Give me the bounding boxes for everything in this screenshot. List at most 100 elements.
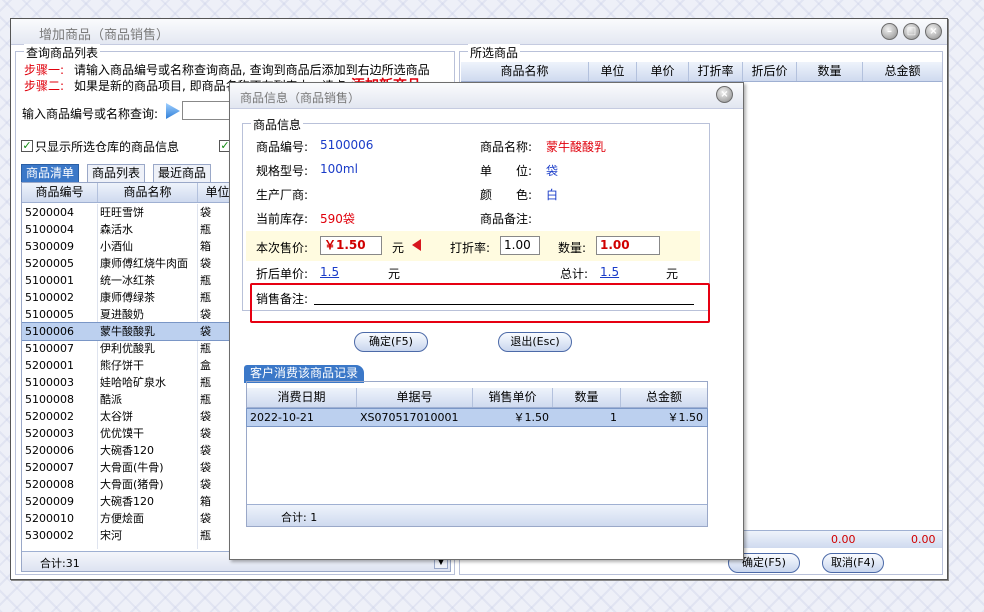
col-sel-name[interactable]: 商品名称 <box>461 62 589 81</box>
minimize-icon[interactable]: – <box>881 23 898 40</box>
tab-product-list[interactable]: 商品列表 <box>87 164 146 182</box>
dialog-exit-button[interactable]: 退出(Esc) <box>498 332 572 352</box>
history-body: 2022-10-21 XS070517010001 ￥1.50 1 ￥1.50 <box>246 408 708 501</box>
discount-input[interactable]: 1.00 <box>500 236 540 255</box>
warehouse-checkbox[interactable]: ✓ <box>21 140 33 152</box>
name-label: 商品名称: <box>480 140 533 154</box>
row-unit: 盒 <box>200 359 211 372</box>
dialog-titlebar: 商品信息（商品销售） × <box>230 83 743 109</box>
dialog-close-icon[interactable]: × <box>716 86 733 103</box>
history-footer: 合计: 1 <box>247 504 707 526</box>
row-unit: 瓶 <box>200 529 211 542</box>
row-code: 5200001 <box>25 359 74 372</box>
row-unit: 袋 <box>200 427 211 440</box>
total-value: 1.5 <box>600 265 620 279</box>
history-header: 消费日期 单据号 销售单价 数量 总金额 <box>247 388 707 408</box>
col-product-code[interactable]: 商品编号 <box>22 183 98 202</box>
tab-product-catalog[interactable]: 商品清单 <box>21 164 80 182</box>
maker-label: 生产厂商: <box>256 188 309 202</box>
row-code: 5300002 <box>25 529 74 542</box>
history-cell-price: ￥1.50 <box>513 411 550 424</box>
row-code: 5200003 <box>25 427 74 440</box>
after-price-value: 1.5 <box>320 265 340 279</box>
col-sel-qty[interactable]: 数量 <box>797 62 863 81</box>
row-name: 方便烩面 <box>100 512 144 525</box>
row-name: 熊仔饼干 <box>100 359 144 372</box>
color-value: 白 <box>546 188 559 202</box>
row-name: 康师傅红烧牛肉面 <box>100 257 188 270</box>
row-name: 太谷饼 <box>100 410 133 423</box>
col-sel-after-price[interactable]: 折后价 <box>743 62 797 81</box>
row-name: 优优馍干 <box>100 427 144 440</box>
history-table: 消费日期 单据号 销售单价 数量 总金额 2022-10-21 XS0705170… <box>246 381 708 527</box>
row-name: 酷派 <box>100 393 122 406</box>
row-code: 5300009 <box>25 240 74 253</box>
row-code: 5100005 <box>25 308 74 321</box>
stock-value: 590袋 <box>320 212 355 226</box>
row-unit: 箱 <box>200 240 211 253</box>
qty-label: 数量: <box>558 241 587 255</box>
row-code: 5200007 <box>25 461 74 474</box>
col-hist-price[interactable]: 销售单价 <box>473 388 553 407</box>
price-unit: 元 <box>392 241 405 255</box>
col-sel-unit[interactable]: 单位 <box>589 62 637 81</box>
price-arrow-icon <box>412 239 421 251</box>
tab-recent-products[interactable]: 最近商品 <box>153 164 212 182</box>
color-label: 颜 色: <box>480 188 533 202</box>
row-unit: 瓶 <box>200 393 211 406</box>
row-code: 5100004 <box>25 223 74 236</box>
step1-label: 步骤一: <box>24 63 65 77</box>
restore-icon[interactable]: □ <box>903 23 920 40</box>
row-name: 森活水 <box>100 223 133 236</box>
search-arrow-icon <box>166 103 180 119</box>
row-code: 5100006 <box>25 325 74 338</box>
stock-label: 当前库存: <box>256 212 309 226</box>
row-unit: 袋 <box>200 325 211 338</box>
row-code: 5100008 <box>25 393 74 406</box>
col-sel-discount[interactable]: 打折率 <box>689 62 743 81</box>
history-cell-date: 2022-10-21 <box>250 411 314 424</box>
price-label: 本次售价: <box>256 241 309 255</box>
remark-label: 商品备注: <box>480 212 533 226</box>
discount-label: 打折率: <box>450 241 491 255</box>
spec-value: 100ml <box>320 162 358 176</box>
price-input[interactable]: ￥1.50 <box>320 236 382 255</box>
row-code: 5200005 <box>25 257 74 270</box>
window-titlebar: 增加商品（商品销售） – □ × <box>11 19 947 45</box>
dialog-ok-button[interactable]: 确定(F5) <box>354 332 428 352</box>
history-cell-qty: 1 <box>610 411 617 424</box>
row-code: 5100001 <box>25 274 74 287</box>
note-input[interactable] <box>314 289 694 305</box>
col-hist-bill[interactable]: 单据号 <box>357 388 473 407</box>
close-icon[interactable]: × <box>925 23 942 40</box>
row-unit: 袋 <box>200 410 211 423</box>
unit-value: 袋 <box>546 164 559 178</box>
col-sel-amount[interactable]: 总金额 <box>863 62 942 81</box>
product-info-dialog: 商品信息（商品销售） × 商品信息 商品编号: 5100006 商品名称: 蒙牛… <box>229 82 744 560</box>
col-hist-amount[interactable]: 总金额 <box>621 388 707 407</box>
row-name: 宋河 <box>100 529 122 542</box>
row-unit: 袋 <box>200 257 211 270</box>
row-unit: 袋 <box>200 461 211 474</box>
col-hist-qty[interactable]: 数量 <box>553 388 621 407</box>
total-label: 总计: <box>560 267 589 281</box>
qty-input[interactable]: 1.00 <box>596 236 660 255</box>
row-code: 5200004 <box>25 206 74 219</box>
row-name: 大骨面(牛骨) <box>100 461 164 474</box>
row-name: 康师傅绿茶 <box>100 291 155 304</box>
col-product-name[interactable]: 商品名称 <box>98 183 198 202</box>
name-value: 蒙牛酸酸乳 <box>546 140 607 154</box>
history-row[interactable]: 2022-10-21 XS070517010001 ￥1.50 1 ￥1.50 <box>246 408 708 427</box>
row-name: 娃哈哈矿泉水 <box>100 376 166 389</box>
row-name: 大碗香120 <box>100 444 154 457</box>
main-cancel-button[interactable]: 取消(F4) <box>822 553 884 573</box>
col-sel-price[interactable]: 单价 <box>637 62 689 81</box>
row-unit: 袋 <box>200 206 211 219</box>
row-name: 大碗香120 <box>100 495 154 508</box>
row-name: 大骨面(猪骨) <box>100 478 164 491</box>
row-unit: 袋 <box>200 478 211 491</box>
row-name: 统一冰红茶 <box>100 274 155 287</box>
step2-label: 步骤二: <box>24 79 65 93</box>
after-price-label: 折后单价: <box>256 267 309 281</box>
col-hist-date[interactable]: 消费日期 <box>247 388 357 407</box>
